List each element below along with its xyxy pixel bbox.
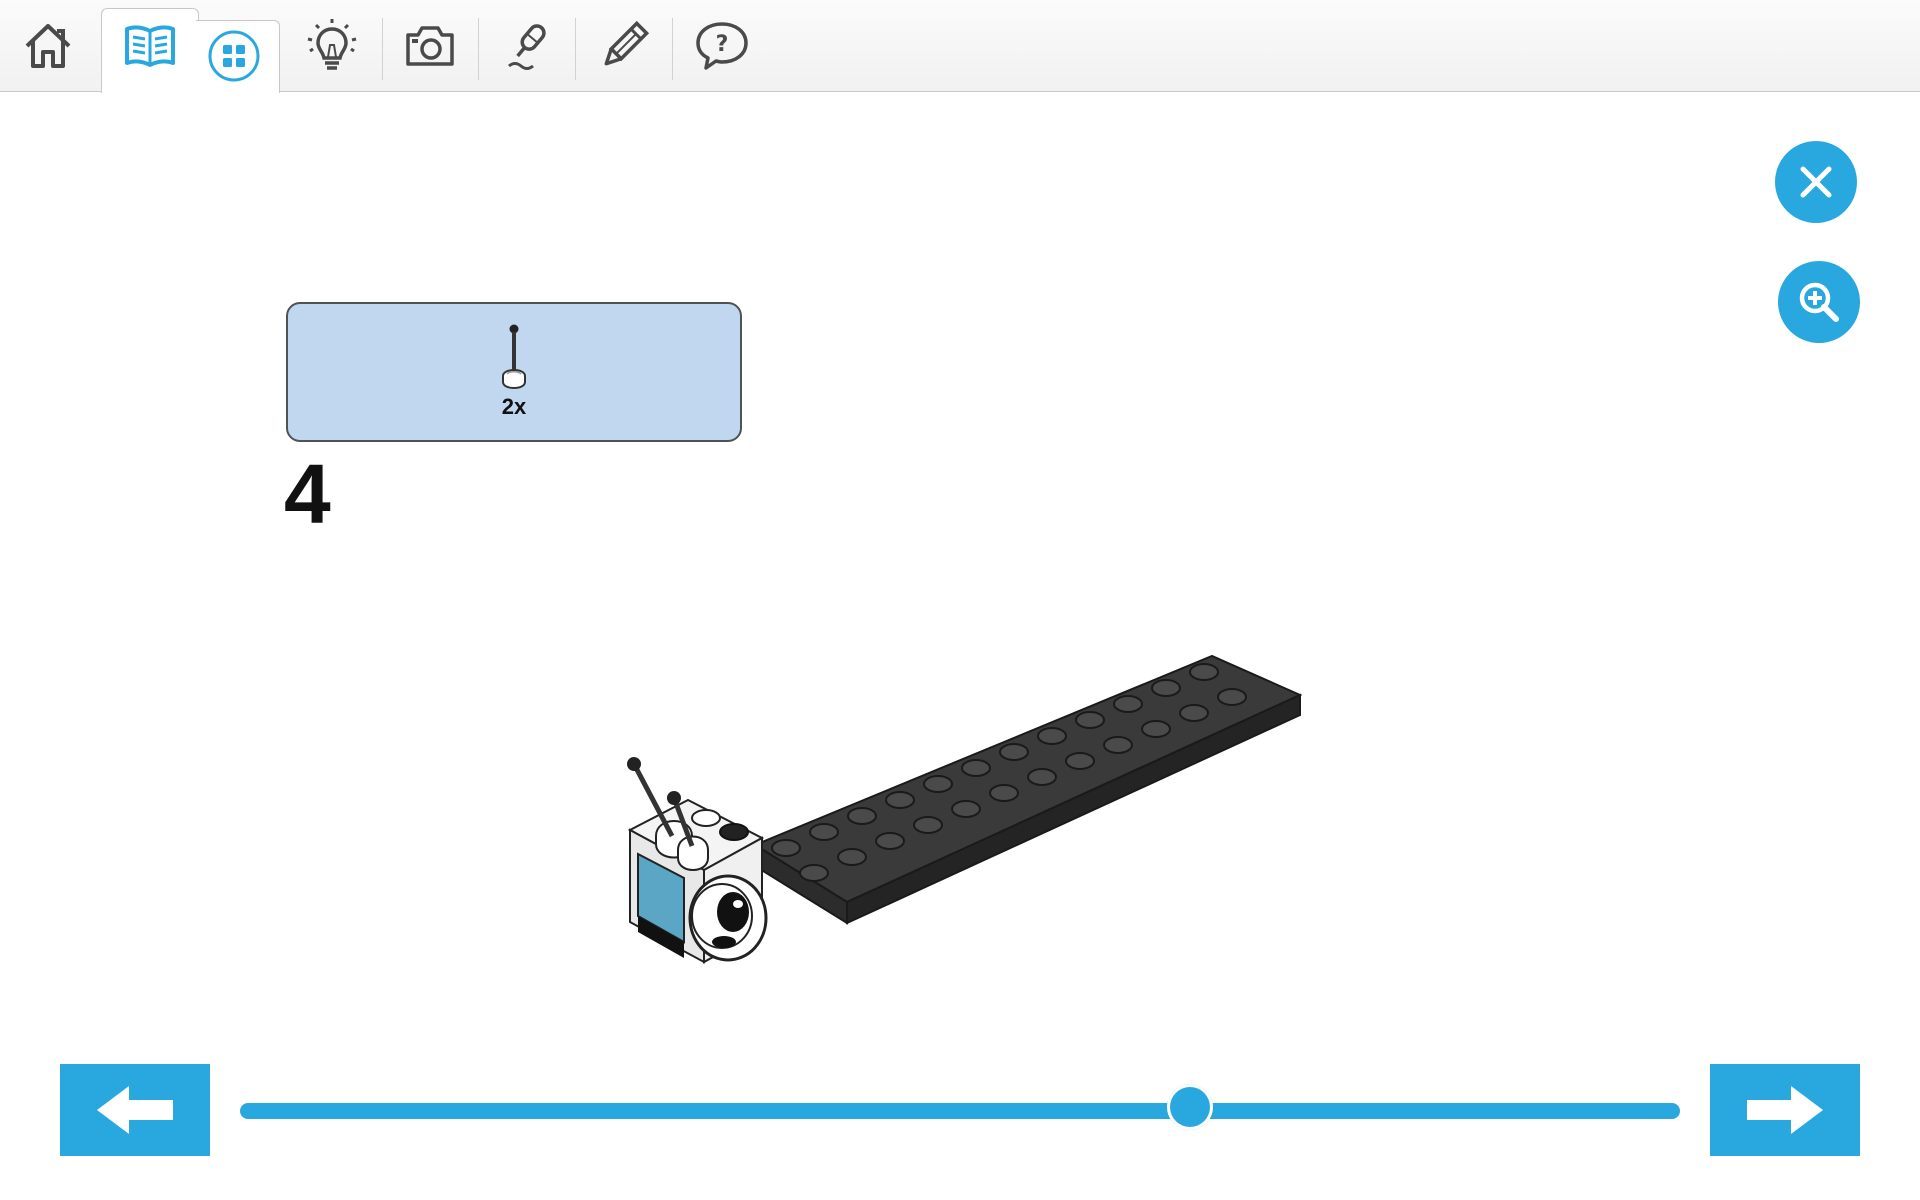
building-instructions-tab[interactable] <box>114 12 186 80</box>
camera-button[interactable] <box>394 12 466 80</box>
arrow-right-icon <box>1747 1086 1823 1134</box>
zoom-in-icon <box>1799 282 1839 322</box>
antenna-stick-icon <box>502 324 526 389</box>
help-chat-icon: ? <box>696 22 748 70</box>
ideas-button[interactable] <box>296 12 368 80</box>
arrow-left-icon <box>97 1086 173 1134</box>
parts-quantity: 2x <box>501 394 527 419</box>
help-button[interactable]: ? <box>686 12 758 80</box>
toolbar-divider <box>478 18 479 80</box>
overview-grid-icon <box>208 30 260 82</box>
previous-step-button[interactable] <box>60 1064 210 1156</box>
camera-icon <box>406 26 454 66</box>
notes-button[interactable] <box>588 12 660 80</box>
slider-thumb[interactable] <box>1167 1084 1214 1130</box>
toolbar-divider <box>382 18 383 80</box>
svg-text:?: ? <box>716 32 729 57</box>
toolbar-divider <box>575 18 576 80</box>
zoom-button[interactable] <box>1778 261 1860 343</box>
microphone-icon <box>508 24 546 70</box>
toolbar-divider <box>672 18 673 80</box>
step-progress-slider[interactable] <box>240 1103 1680 1119</box>
home-button[interactable] <box>12 12 84 80</box>
step-number: 4 <box>284 447 331 541</box>
model-illustration <box>627 654 1303 964</box>
record-audio-button[interactable] <box>490 12 562 80</box>
overview-button[interactable] <box>198 22 270 90</box>
home-icon <box>25 24 71 68</box>
pencil-icon <box>604 20 650 66</box>
parts-callout: 2x <box>286 302 742 442</box>
top-toolbar: ? <box>0 0 1920 93</box>
next-step-button[interactable] <box>1710 1064 1860 1156</box>
building-instructions-icon <box>125 25 175 67</box>
lightbulb-icon <box>307 19 357 70</box>
close-button[interactable] <box>1775 141 1857 223</box>
close-icon <box>1800 166 1832 198</box>
